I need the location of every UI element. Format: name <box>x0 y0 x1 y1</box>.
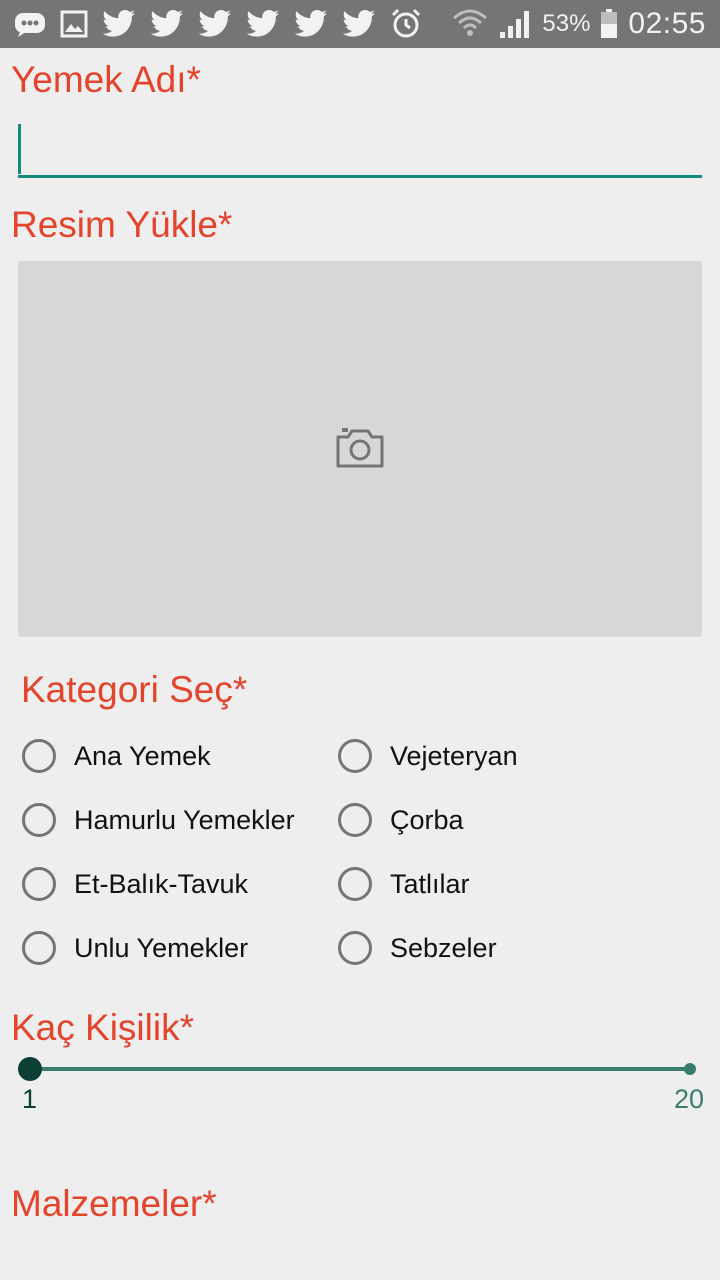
notification-icons <box>14 8 422 40</box>
servings-label: Kaç Kişilik* <box>11 1007 194 1048</box>
radio-label: Et-Balık-Tavuk <box>74 868 249 899</box>
radio-label: Tatlılar <box>390 868 470 899</box>
category-radio-vejeteryan[interactable]: Vejeteryan <box>338 734 518 778</box>
servings-max-value: 20 <box>674 1084 705 1114</box>
radio-label: Unlu Yemekler <box>74 932 249 963</box>
radio-label: Vejeteryan <box>390 740 518 771</box>
servings-slider-thumb[interactable] <box>18 1057 42 1081</box>
battery-percent: 53% <box>542 10 591 37</box>
radio-label: Ana Yemek <box>74 740 211 771</box>
status-bar: 53% 02:55 <box>0 0 720 48</box>
radio-label: Hamurlu Yemekler <box>74 804 295 835</box>
servings-slider-end <box>684 1063 696 1075</box>
image-icon <box>60 10 88 38</box>
text-cursor <box>18 124 21 174</box>
signal-icon <box>500 11 530 38</box>
ingredients-label: Malzemeler* <box>11 1183 217 1224</box>
category-radio-et-balik-tavuk[interactable]: Et-Balık-Tavuk <box>22 862 248 906</box>
category-label: Kategori Seç* <box>21 669 248 710</box>
twitter-icon <box>198 10 231 37</box>
camera-icon <box>336 428 384 468</box>
twitter-icon <box>342 10 375 37</box>
radio-label: Sebzeler <box>390 932 497 963</box>
battery-icon <box>601 9 618 38</box>
radio-circle <box>22 867 56 901</box>
twitter-icon <box>150 10 183 37</box>
recipe-name-label: Yemek Adı* <box>11 59 201 100</box>
category-radio-sebzeler[interactable]: Sebzeler <box>338 926 497 970</box>
category-radio-corba[interactable]: Çorba <box>338 798 464 842</box>
servings-min-value: 1 <box>22 1084 38 1114</box>
radio-circle <box>22 739 56 773</box>
chat-bubble-icon <box>15 13 45 37</box>
radio-circle <box>338 803 372 837</box>
status-indicators: 53% 02:55 <box>452 6 706 42</box>
radio-circle <box>338 739 372 773</box>
category-radio-hamurlu-yemekler[interactable]: Hamurlu Yemekler <box>22 798 295 842</box>
clock: 02:55 <box>628 7 706 40</box>
wifi-icon <box>453 9 488 36</box>
radio-circle <box>22 803 56 837</box>
category-radio-tatlilar[interactable]: Tatlılar <box>338 862 470 906</box>
radio-circle <box>338 867 372 901</box>
radio-label: Çorba <box>390 804 464 835</box>
image-upload-area[interactable] <box>18 261 702 637</box>
category-radio-ana-yemek[interactable]: Ana Yemek <box>22 734 211 778</box>
radio-circle <box>338 931 372 965</box>
image-upload-label: Resim Yükle* <box>11 204 233 245</box>
radio-circle <box>22 931 56 965</box>
alarm-icon <box>391 8 421 38</box>
category-radio-unlu-yemekler[interactable]: Unlu Yemekler <box>22 926 248 970</box>
recipe-name-input[interactable] <box>18 120 702 178</box>
twitter-icon <box>294 10 327 37</box>
servings-slider-track[interactable] <box>30 1067 690 1071</box>
twitter-icon <box>246 10 279 37</box>
twitter-icon <box>102 10 135 37</box>
